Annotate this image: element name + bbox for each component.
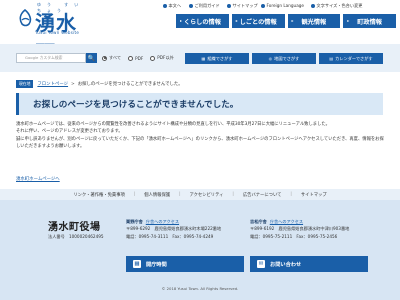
site-logo[interactable]: ゆう すい ちょう 湧水町 Yusui Town Website <box>17 2 97 64</box>
search-icon: 🔍 <box>87 54 96 62</box>
radio-circle-icon <box>128 55 134 61</box>
footer-link-accessibility[interactable]: アクセシビリティ <box>190 192 224 198</box>
nav-living[interactable]: ▸ くらしの情報 <box>176 14 229 28</box>
contact-button[interactable]: ✉ お問い合わせ <box>250 256 368 272</box>
utility-menu: 本文へ ご利用ガイド サイトマップ Foreign Language 文字サイズ… <box>163 3 398 11</box>
search-button[interactable]: 🔍 <box>86 53 97 63</box>
footer-link-separator: | <box>133 192 136 197</box>
office-address: 〒899-6292 鹿児島県姶良郡湧水町木場222番地 <box>126 226 222 232</box>
office-phone: 電話：0995-74-3111 Fax：0995-74-4249 <box>126 233 214 239</box>
body-paragraph: 湧水町ホームページでは、従来のページからの閲覧性を改善されるようにサイト構成や分… <box>16 122 330 127</box>
radio-pdf[interactable]: PDF <box>128 55 143 61</box>
globe-icon <box>261 3 265 8</box>
breadcrumb-current: お探しのページを見つけることができませんでした。 <box>77 82 183 87</box>
find-by-organization-button[interactable]: ▦ 組織でさがす <box>185 53 249 64</box>
global-nav: ▸ くらしの情報 ▸ しごとの情報 ▸ 観光情報 ▸ 町政情報 <box>176 14 396 28</box>
footer-link-sitemap[interactable]: サイトマップ <box>301 192 327 198</box>
breadcrumb-badge: 現在地 <box>16 80 34 88</box>
town-emblem-icon <box>19 9 32 27</box>
breadcrumb: 現在地 フロントページ > お探しのページを見つけることができませんでした。 <box>16 80 183 88</box>
search-band: Google カスタム検索 🔍 すべて PDF PDF以外 ▦ 組織でさがす ◎ 地… <box>0 44 400 72</box>
footer-org-name: 湧水町役場 <box>48 222 101 233</box>
footer-link-separator: | <box>179 192 181 197</box>
footer-link-copyright[interactable]: リンク・著作権・免責事項 <box>73 192 124 198</box>
footer-main: 湧水町役場 法人番号 1000020462495 栗野庁舎 庁舎へのアクセス 〒8… <box>0 200 400 300</box>
footer-link-separator: | <box>232 192 234 197</box>
body-paragraph: それに伴い、ページのアドレスが変更されております。 <box>16 129 123 135</box>
logo-english: Yusui Town Website <box>35 30 80 35</box>
utility-foreign-language[interactable]: Foreign Language <box>261 3 304 8</box>
nav-government[interactable]: ▸ 町政情報 <box>343 14 396 28</box>
office-address: 〒899-6192 鹿児島県姶良郡湧水町中津川903番地 <box>250 226 350 232</box>
office-access-link[interactable]: 庁舎へのアクセス <box>270 219 303 224</box>
building-icon: ▦ <box>201 56 206 61</box>
footer-link-ad-banner[interactable]: 広告バナーについて <box>243 192 282 198</box>
breadcrumb-separator: > <box>71 81 75 87</box>
office-name: 吉松庁舎 <box>250 219 267 224</box>
find-by-calendar-button[interactable]: ▤ カレンダーでさがす <box>319 53 383 64</box>
calendar-icon: ▤ <box>329 56 334 61</box>
body-text: 湧水町ホームページでは、従来のページからの閲覧性を改善されるようにサイト構成や分… <box>16 121 384 151</box>
body-paragraph: 誠に申し訳ありませんが、別のページに戻っていただくか、下記の「湧水町ホームページ… <box>16 136 384 150</box>
map-icon: ◎ <box>268 56 273 61</box>
utility-font-size[interactable]: 文字サイズ・色合い変更 <box>311 3 362 9</box>
office-hours-button[interactable]: ▦ 開庁時間 <box>126 256 244 272</box>
utility-guide[interactable]: ご利用ガイド <box>189 3 220 9</box>
copyright: © 2018 Yusui Town. All Rights Reserved. <box>161 286 239 291</box>
radio-non-pdf[interactable]: PDF以外 <box>150 55 174 61</box>
page-title-box: お探しのページを見つけることができませんでした。 <box>16 93 383 115</box>
mail-icon: ✉ <box>257 260 265 268</box>
utility-sitemap[interactable]: サイトマップ <box>227 3 258 9</box>
home-link[interactable]: 湧水町ホームページへ <box>16 176 60 182</box>
radio-circle-icon <box>102 55 107 61</box>
search-filter-radios: すべて PDF PDF以外 <box>102 55 174 61</box>
nav-work[interactable]: ▸ しごとの情報 <box>231 14 285 28</box>
text-size-icon <box>311 4 315 8</box>
chevron-right-icon: ▸ <box>347 18 350 23</box>
office-kurino: 栗野庁舎 庁舎へのアクセス 〒899-6292 鹿児島県姶良郡湧水町木場222番地… <box>126 218 221 240</box>
arrow-icon <box>163 4 167 8</box>
office-yoshimatsu: 吉松庁舎 庁舎へのアクセス 〒899-6192 鹿児島県姶良郡湧水町中津川903番… <box>250 218 349 240</box>
chevron-right-icon: ▸ <box>180 18 183 23</box>
site-header: ゆう すい ちょう 湧水町 Yusui Town Website 本文へ ご利用… <box>0 0 400 64</box>
breadcrumb-link-front[interactable]: フロントページ <box>37 81 68 87</box>
footer-link-separator: | <box>290 192 292 197</box>
find-by-map-button[interactable]: ◎ 地図でさがす <box>252 53 316 64</box>
arrow-icon <box>227 4 231 8</box>
office-name: 栗野庁舎 <box>126 219 143 224</box>
radio-all[interactable]: すべて <box>102 55 121 61</box>
chevron-right-icon: ▸ <box>235 18 238 23</box>
nav-tourism[interactable]: ▸ 観光情報 <box>287 14 341 28</box>
footer-corp-number: 法人番号 1000020462495 <box>48 234 104 239</box>
office-phone: 電話：0995-75-2111 Fax：0995-75-2456 <box>250 233 338 239</box>
utility-skip-to-content[interactable]: 本文へ <box>163 3 181 9</box>
search-input[interactable]: Google カスタム検索 <box>16 53 86 63</box>
chevron-right-icon: ▸ <box>291 18 294 23</box>
radio-circle-icon <box>150 55 156 61</box>
footer-link-privacy[interactable]: 個人情報保護 <box>144 192 170 198</box>
arrow-icon <box>189 4 193 8</box>
footer-links: リンク・著作権・免責事項 | 個人情報保護 | アクセシビリティ | 広告バナー… <box>0 189 400 200</box>
office-access-link[interactable]: 庁舎へのアクセス <box>146 219 179 224</box>
page-title: お探しのページを見つけることができませんでした。 <box>33 100 239 110</box>
clock-icon: ▦ <box>133 260 141 268</box>
